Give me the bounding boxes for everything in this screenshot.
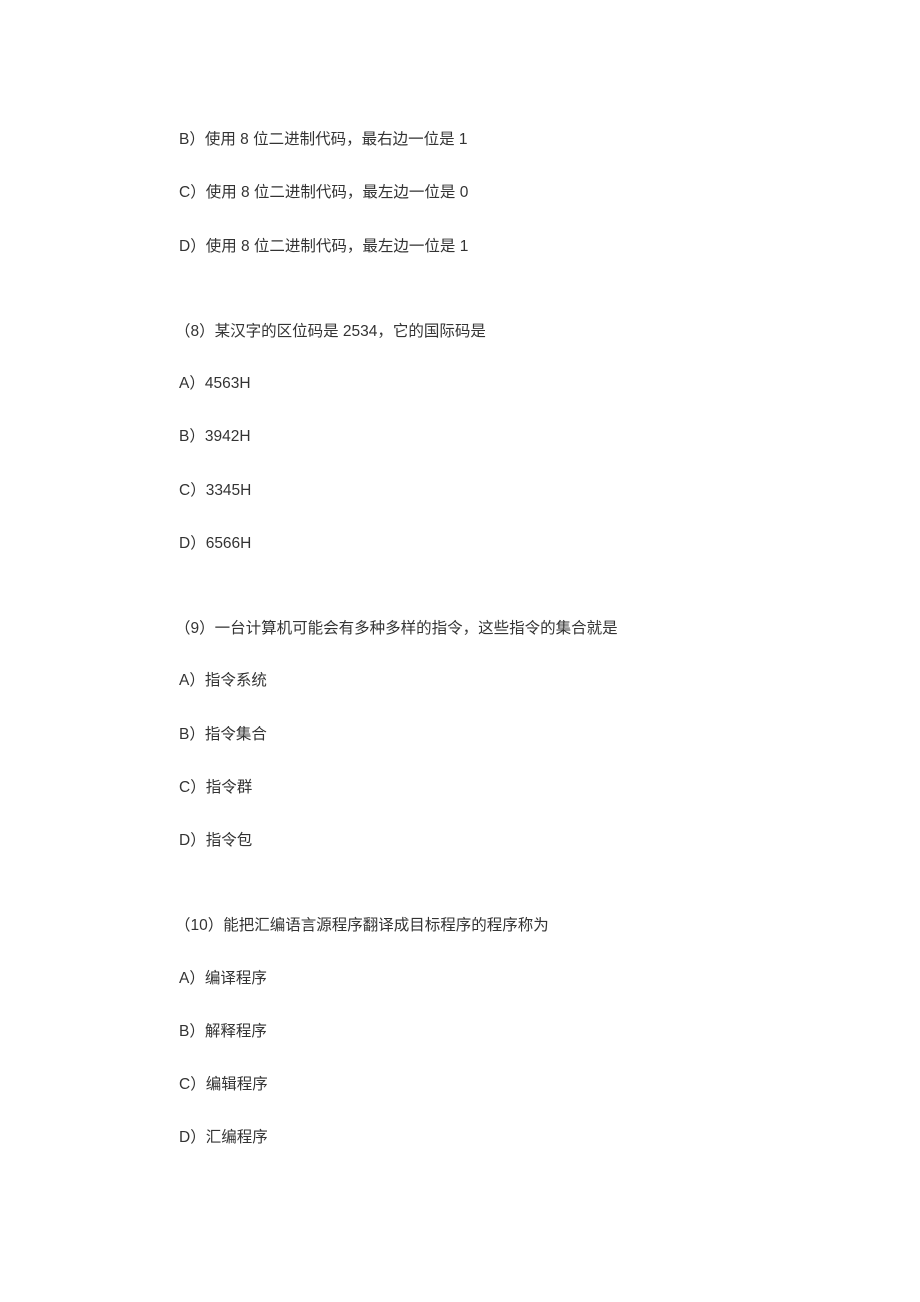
option-d: D）使用 8 位二进制代码，最左边一位是 1	[175, 235, 920, 258]
q8-option-c: C）3345H	[175, 479, 920, 502]
question-10: （10）能把汇编语言源程序翻译成目标程序的程序称为	[175, 914, 920, 937]
q10-option-c: C）编辑程序	[175, 1073, 920, 1096]
q9-option-b: B）指令集合	[175, 723, 920, 746]
question-9: （9）一台计算机可能会有多种多样的指令，这些指令的集合就是	[175, 617, 920, 640]
q9-option-a: A）指令系统	[175, 669, 920, 692]
q10-option-d: D）汇编程序	[175, 1126, 920, 1149]
option-c: C）使用 8 位二进制代码，最左边一位是 0	[175, 181, 920, 204]
q8-option-a: A）4563H	[175, 372, 920, 395]
option-b: B）使用 8 位二进制代码，最右边一位是 1	[175, 128, 920, 151]
q8-option-b: B）3942H	[175, 425, 920, 448]
q9-option-c: C）指令群	[175, 776, 920, 799]
q10-option-a: A）编译程序	[175, 967, 920, 990]
question-8: （8）某汉字的区位码是 2534，它的国际码是	[175, 320, 920, 343]
q8-option-d: D）6566H	[175, 532, 920, 555]
q9-option-d: D）指令包	[175, 829, 920, 852]
q10-option-b: B）解释程序	[175, 1020, 920, 1043]
